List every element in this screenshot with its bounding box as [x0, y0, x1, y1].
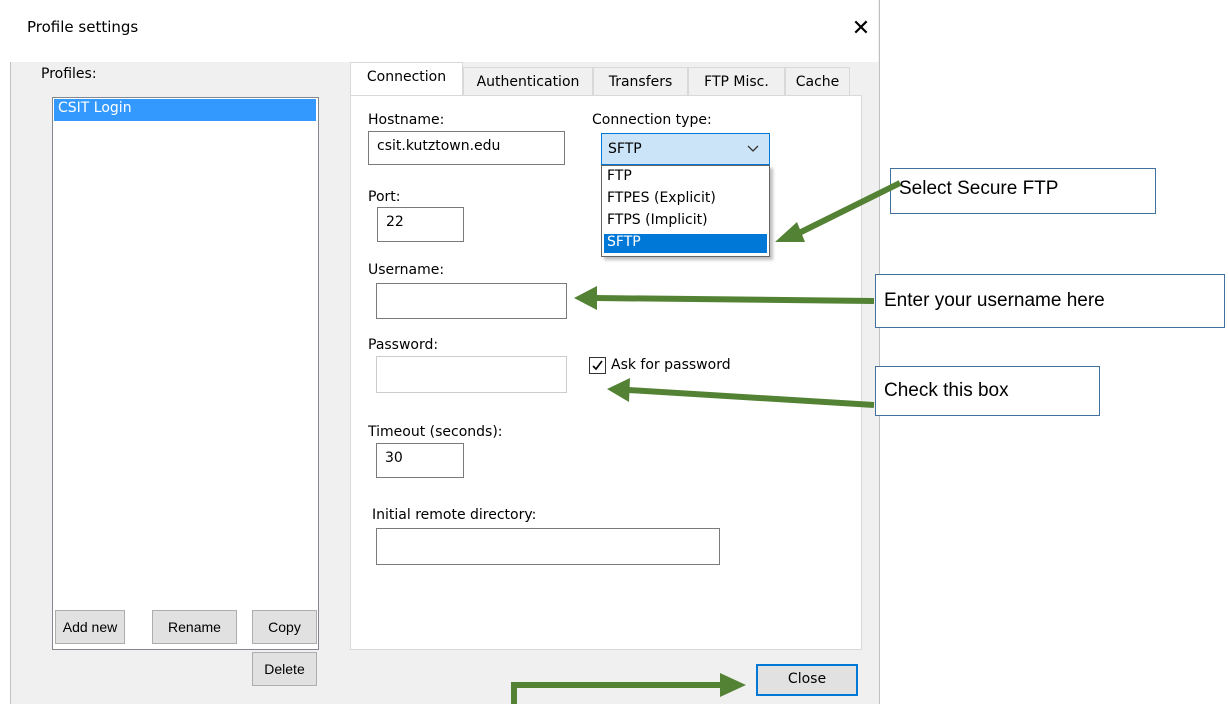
arrow-to-sftp-option	[791, 180, 902, 239]
arrow-head-sftp	[775, 222, 805, 242]
arrow-to-username-input	[594, 295, 875, 304]
arrow-to-close-button	[511, 682, 720, 704]
arrow-head-username	[574, 286, 597, 310]
annotation-arrows	[511, 180, 902, 704]
arrow-head-close	[720, 673, 746, 697]
arrow-to-checkbox	[627, 387, 875, 408]
arrow-head-checkbox	[607, 378, 630, 402]
